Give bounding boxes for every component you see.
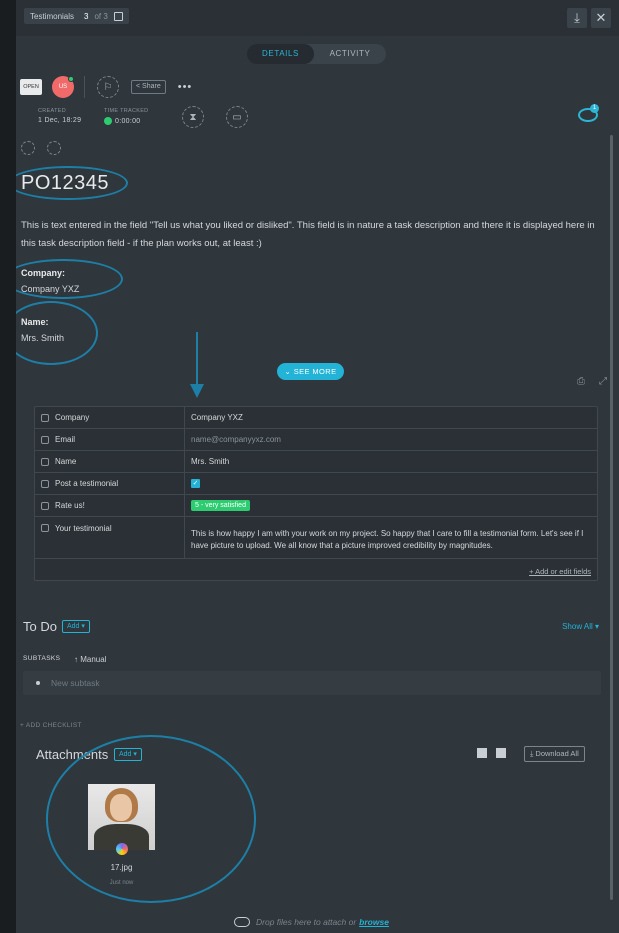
download-all-button[interactable]: ⤓ Download All (524, 746, 585, 762)
text-field-icon (41, 413, 49, 422)
dropdown-field-icon (41, 501, 49, 510)
avatar[interactable]: US (52, 76, 74, 98)
add-edit-fields-link[interactable]: + Add or edit fields (529, 567, 591, 576)
drop-zone[interactable]: Drop files here to attach or browse (234, 917, 389, 927)
detail-activity-tabs: DETAILS ACTIVITY (247, 44, 386, 64)
watchers-count: 1 (590, 104, 599, 113)
post-testimonial-checkbox[interactable]: ✓ (191, 479, 200, 488)
toolbar-divider (84, 76, 85, 98)
created-label: CREATED (38, 108, 66, 114)
time-tracked-info: TIME TRACKED 0:00:00 (104, 108, 148, 125)
field-value[interactable]: This is how happy I am with your work on… (185, 517, 597, 558)
more-options-icon[interactable]: ••• (178, 81, 193, 93)
close-icon[interactable]: ✕ (591, 8, 611, 28)
annotation-arrow (196, 332, 198, 392)
scrollbar[interactable] (610, 135, 613, 900)
todo-section-title: To Do (23, 619, 57, 634)
checkbox-field-icon (41, 479, 49, 488)
status-badge[interactable]: OPEN (20, 79, 42, 95)
table-row: Email name@companyyxz.com (35, 429, 597, 451)
task-description[interactable]: This is text entered in the field "Tell … (21, 217, 601, 253)
annotation-oval-title (16, 166, 128, 200)
field-value[interactable]: Mrs. Smith (185, 451, 597, 472)
assignee-initials: US (58, 84, 68, 90)
time-tracked-label: TIME TRACKED (104, 108, 149, 114)
print-icon[interactable]: ⎙ (577, 376, 585, 387)
task-toolbar: OPEN US ⚐ < Share ••• (20, 76, 192, 98)
subtasks-label: SUBTASKS (23, 655, 61, 662)
collapse-to-tray-icon[interactable]: ⤓ (567, 8, 587, 28)
rating-dropdown[interactable]: 5 - very satisfied (191, 500, 250, 511)
breadcrumb[interactable]: Testimonials 3 of 3 (24, 8, 129, 24)
annotation-oval-name (16, 301, 98, 365)
show-all-button[interactable]: Show All ▾ (562, 622, 599, 631)
field-name: Your testimonial (55, 524, 112, 533)
bullet-icon (36, 681, 40, 685)
left-background-strip (0, 0, 16, 933)
checklist-icon[interactable] (47, 141, 61, 155)
table-row: Name Mrs. Smith (35, 451, 597, 473)
task-header-bar: Testimonials 3 of 3 ⤓ ✕ (16, 0, 619, 36)
annotation-oval-company (16, 259, 123, 299)
todo-add-button[interactable]: Add ▾ (62, 620, 90, 633)
annotation-arrow-head (190, 384, 204, 398)
field-name: Post a testimonial (55, 479, 119, 488)
browse-link[interactable]: browse (359, 917, 389, 927)
chevron-down-icon: ⌄ (284, 367, 294, 376)
custom-fields-table: Company Company YXZ Email name@companyyx… (34, 406, 598, 581)
see-more-label: SEE MORE (293, 367, 337, 376)
breadcrumb-list-name[interactable]: Testimonials (30, 12, 74, 21)
breadcrumb-index: 3 (84, 11, 89, 21)
tab-details[interactable]: DETAILS (247, 44, 314, 64)
drop-zone-text: Drop files here to attach or (256, 917, 357, 927)
task-detail-panel: Testimonials 3 of 3 ⤓ ✕ DETAILS ACTIVITY… (16, 0, 619, 933)
see-more-button[interactable]: ⌄ SEE MORE (277, 363, 344, 380)
list-view-icon[interactable] (496, 748, 506, 758)
due-date-icon[interactable]: ▭ (226, 106, 248, 128)
text-field-icon (41, 457, 49, 466)
table-row: Your testimonial This is how happy I am … (35, 517, 597, 559)
upload-cloud-icon (234, 917, 250, 927)
created-value: 1 Dec, 18:29 (38, 117, 82, 124)
start-timer-icon[interactable] (104, 117, 112, 125)
time-estimate-icon[interactable]: ⧗ (182, 106, 204, 128)
tag-icon[interactable] (21, 141, 35, 155)
new-subtask-input[interactable]: New subtask (23, 671, 601, 695)
field-value[interactable]: name@companyyxz.com (185, 429, 597, 450)
field-value[interactable]: Company YXZ (185, 407, 597, 428)
table-row: Post a testimonial ✓ (35, 473, 597, 495)
expand-icon[interactable]: ⤢ (599, 376, 607, 387)
tab-activity[interactable]: ACTIVITY (314, 44, 386, 64)
share-label: Share (142, 83, 161, 90)
field-name: Rate us! (55, 501, 85, 510)
email-icon (41, 435, 49, 444)
annotation-oval-attachment (46, 735, 256, 903)
online-status-dot (68, 76, 74, 82)
grid-view-icon[interactable] (477, 748, 487, 758)
field-name: Company (55, 413, 90, 422)
time-tracked-value: 0:00:00 (115, 117, 141, 125)
table-row: Rate us! 5 - very satisfied (35, 495, 597, 517)
field-name: Email (55, 435, 76, 444)
subtask-sort-manual[interactable]: ↑ Manual (74, 655, 106, 664)
table-row: Company Company YXZ (35, 407, 597, 429)
breadcrumb-total: of 3 (94, 11, 108, 21)
field-name: Name (55, 457, 77, 466)
new-subtask-placeholder: New subtask (51, 678, 100, 688)
share-button[interactable]: < Share (131, 80, 166, 94)
long-text-field-icon (41, 524, 49, 532)
flag-icon[interactable]: ⚐ (97, 76, 119, 98)
created-info: CREATED 1 Dec, 18:29 (38, 108, 81, 124)
copy-link-icon[interactable] (113, 11, 123, 21)
add-checklist-button[interactable]: + ADD CHECKLIST (20, 722, 82, 729)
